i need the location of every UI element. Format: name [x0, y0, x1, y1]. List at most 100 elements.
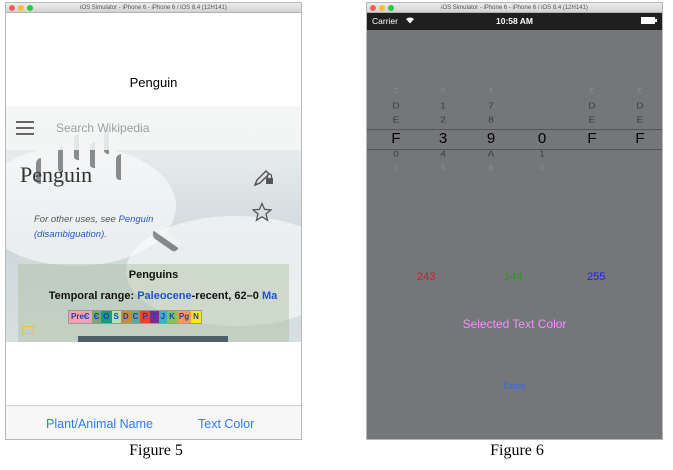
picker-digit: 6 [489, 88, 493, 95]
picker-digit: 7 [488, 101, 494, 111]
figure-caption: Figure 5 [129, 442, 183, 459]
tab-bar: Plant/Animal Name Text Color [6, 405, 301, 439]
picker-digit: E [588, 116, 596, 126]
status-time: 10:58 AM [495, 16, 533, 26]
picker-digit [628, 149, 652, 161]
done-button[interactable]: Done [367, 381, 662, 391]
simulator-window-figure5: iOS Simulator - iPhone 6 - iPhone 6 / iO… [5, 2, 302, 440]
era-cell[interactable]: C [130, 311, 141, 323]
picker-selected-digit: F [635, 129, 645, 147]
picker-digit: C [393, 88, 399, 95]
battery-icon [641, 17, 657, 24]
picker-selection-line-bottom [367, 149, 662, 150]
green-value: 144 [504, 271, 523, 283]
picker-digit: 0 [393, 149, 399, 159]
minimize-window-button[interactable] [18, 5, 24, 11]
hatnote: For other uses, see Penguin (disambiguat… [34, 212, 214, 242]
zoom-window-button[interactable] [27, 5, 33, 11]
edit-lock-icon[interactable] [252, 166, 274, 188]
picker-digit: 2 [540, 165, 544, 172]
picker-digit: 1 [440, 101, 446, 111]
image-caption-strip [78, 336, 228, 342]
paleocene-link[interactable]: Paleocene [137, 290, 191, 302]
picker-digit [580, 162, 604, 177]
taxobox-title: Penguins [128, 269, 179, 281]
window-title-bar: iOS Simulator - iPhone 6 - iPhone 6 / iO… [367, 3, 662, 13]
era-cell[interactable]: N [191, 311, 201, 323]
picker-column[interactable]: CDEF 0 1 [384, 85, 408, 177]
picker-selected-digit: 9 [486, 129, 496, 147]
penguin-figure [116, 154, 127, 180]
close-window-button[interactable] [9, 5, 15, 11]
picker-column[interactable]: 6 7 8 9 AB [479, 85, 503, 177]
ma-link[interactable]: Ma [262, 290, 277, 302]
window-title-bar: iOS Simulator - iPhone 6 - iPhone 6 / iO… [6, 3, 301, 13]
era-cell[interactable]: O [101, 311, 112, 323]
temporal-range-text: -recent, 62–0 [191, 290, 262, 302]
zoom-window-button[interactable] [388, 5, 394, 11]
era-cell[interactable]: Pg [176, 311, 192, 323]
picker-selected-digit: 0 [537, 129, 547, 147]
picker-digit: A [487, 149, 495, 159]
picker-digit [530, 85, 554, 100]
page-title: Penguin [20, 162, 93, 187]
era-cell[interactable]: J [158, 311, 168, 323]
picker-digit [628, 162, 652, 177]
taxobox: Penguins Temporal range: Paleocene-recen… [18, 264, 289, 342]
picker-selected-digit: 3 [438, 129, 448, 147]
window-title: iOS Simulator - iPhone 6 - iPhone 6 / iO… [441, 5, 588, 11]
era-cell[interactable]: S [111, 311, 121, 323]
picker-selected-digit: F [391, 129, 401, 147]
figure-caption: Figure 6 [490, 442, 544, 459]
era-cell[interactable]: T [149, 311, 159, 323]
picker-column[interactable]: 0 1 2 [530, 85, 554, 177]
picker-digit: 4 [440, 149, 446, 159]
search-input[interactable]: Search Wikipedia [56, 121, 149, 135]
status-bar: Carrier 10:58 AM [367, 13, 662, 30]
picker-digit: C [637, 88, 643, 95]
era-cell[interactable]: K [167, 311, 177, 323]
picker-digit: 5 [441, 165, 445, 172]
era-cell[interactable]: P [140, 311, 150, 323]
hatnote-prefix: For other uses, see [34, 214, 119, 225]
picker-selection-line-top [367, 129, 662, 130]
picker-digit: C [589, 88, 595, 95]
red-value: 243 [417, 271, 436, 283]
picker-digit: D [636, 101, 644, 111]
picker-digit: 0 [441, 88, 445, 95]
geologic-era-bar: PreЄ Є O S D C P T J K Pg N [68, 310, 202, 324]
picker-digit: E [392, 116, 400, 126]
nav-title: Penguin [129, 75, 178, 90]
picker-digit: 1 [539, 149, 545, 159]
window-controls [9, 5, 33, 11]
menu-icon[interactable] [16, 121, 34, 135]
picker-digit: E [636, 116, 644, 126]
era-cell[interactable]: PreЄ [69, 311, 92, 323]
window-controls [370, 5, 394, 11]
picker-column[interactable]: CDEF [580, 85, 604, 177]
star-icon[interactable] [252, 202, 272, 222]
tab-text-color[interactable]: Text Color [198, 417, 254, 431]
hatnote-suffix: . [104, 229, 107, 240]
era-cell[interactable]: D [120, 311, 131, 323]
wikipedia-webview[interactable]: Search Wikipedia Penguin For other uses,… [6, 106, 301, 342]
picker-digit: D [392, 101, 400, 111]
era-cell[interactable]: Є [91, 311, 102, 323]
selected-text-color-label: Selected Text Color [462, 317, 567, 331]
temporal-range-label: Temporal range: [48, 290, 138, 302]
national-geographic-logo [22, 326, 34, 334]
hex-color-picker[interactable]: CDEF010123456789AB012CDEFCDEF [367, 85, 662, 197]
wikipedia-search-bar[interactable]: Search Wikipedia [6, 106, 301, 150]
picker-column[interactable]: 0 1 2 3 4 5 [431, 85, 455, 177]
picker-digit: 8 [488, 116, 494, 126]
picker-digit: B [488, 165, 494, 172]
picker-digit: 2 [440, 116, 446, 126]
tab-plant-animal-name[interactable]: Plant/Animal Name [46, 417, 153, 431]
simulator-window-figure6: iOS Simulator - iPhone 6 - iPhone 6 / iO… [366, 2, 663, 440]
close-window-button[interactable] [370, 5, 376, 11]
temporal-range: Temporal range: Paleocene-recent, 62–0 M… [18, 290, 301, 302]
window-title: iOS Simulator - iPhone 6 - iPhone 6 / iO… [80, 5, 227, 11]
picker-column[interactable]: CDEF [628, 85, 652, 177]
minimize-window-button[interactable] [379, 5, 385, 11]
blue-value: 255 [587, 271, 606, 283]
